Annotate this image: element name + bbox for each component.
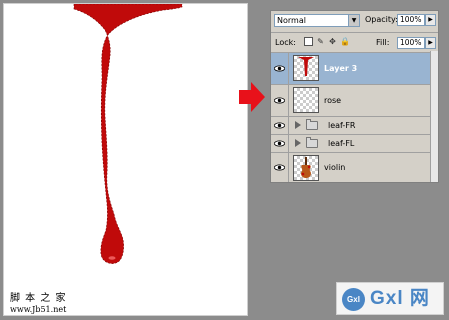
layers-scrollbar[interactable] <box>430 51 438 182</box>
blend-row: Normal ▼ Opacity: 100% ▶ <box>271 11 438 31</box>
watermark-title: 脚 本 之 家 <box>10 293 67 304</box>
watermark: 脚 本 之 家 www.Jb51.net <box>10 293 67 315</box>
brand-logo-icon: Gxl <box>342 288 365 311</box>
brand-watermark: Gxl Gxl 网 <box>336 282 444 315</box>
layer-row-rose[interactable]: rose <box>271 84 430 116</box>
opacity-field[interactable]: 100% <box>397 14 425 26</box>
layers-panel: Normal ▼ Opacity: 100% ▶ Lock: ✎ ✥ 🔒 Fil… <box>270 10 439 183</box>
eye-icon[interactable] <box>271 117 289 134</box>
layer-name: leaf-FL <box>328 139 355 148</box>
layer-row-violin[interactable]: violin <box>271 152 430 182</box>
lock-label: Lock: <box>275 38 296 47</box>
lock-transparent-icon[interactable] <box>304 37 313 46</box>
opacity-label: Opacity: <box>365 15 398 24</box>
expand-triangle-icon[interactable] <box>295 121 301 129</box>
brand-text: Gxl 网 <box>370 288 430 309</box>
layer-row-layer-3[interactable]: Layer 3 <box>271 52 430 84</box>
blend-mode-select[interactable]: Normal ▼ <box>274 14 360 27</box>
folder-icon <box>306 137 318 148</box>
canvas-document[interactable]: 脚 本 之 家 www.Jb51.net <box>3 3 248 316</box>
red-drip-shape <box>73 4 183 264</box>
layer-group-leaf-fl[interactable]: leaf-FL <box>271 134 430 152</box>
fill-label: Fill: <box>376 38 390 47</box>
expand-triangle-icon[interactable] <box>295 139 301 147</box>
layer-name: rose <box>324 96 342 105</box>
drip-thumbnail-icon <box>293 55 319 81</box>
eye-icon[interactable] <box>271 53 289 84</box>
lock-move-icon[interactable]: ✥ <box>328 37 337 46</box>
opacity-slider-arrow-icon[interactable]: ▶ <box>425 14 436 26</box>
chevron-down-icon[interactable]: ▼ <box>348 15 359 26</box>
layer-group-leaf-fr[interactable]: leaf-FR <box>271 116 430 134</box>
violin-thumbnail-icon <box>293 155 319 181</box>
layer-name: leaf-FR <box>328 121 356 130</box>
blend-mode-value: Normal <box>277 16 306 25</box>
lock-paint-icon[interactable]: ✎ <box>316 37 325 46</box>
lock-row: Lock: ✎ ✥ 🔒 Fill: 100% ▶ <box>271 32 438 53</box>
layer-name: violin <box>324 163 346 172</box>
lock-all-icon[interactable]: 🔒 <box>340 37 350 46</box>
fill-field[interactable]: 100% <box>397 37 425 49</box>
red-drip-artwork <box>73 4 183 264</box>
folder-icon <box>306 119 318 130</box>
watermark-url: www.Jb51.net <box>10 305 67 314</box>
eye-icon[interactable] <box>271 85 289 116</box>
eye-icon[interactable] <box>271 135 289 152</box>
transparent-thumbnail-icon <box>293 87 319 113</box>
layer-name: Layer 3 <box>324 64 358 73</box>
red-arrow-icon <box>239 82 265 112</box>
fill-slider-arrow-icon[interactable]: ▶ <box>425 37 436 49</box>
eye-icon[interactable] <box>271 153 289 182</box>
drip-highlight <box>108 256 116 260</box>
